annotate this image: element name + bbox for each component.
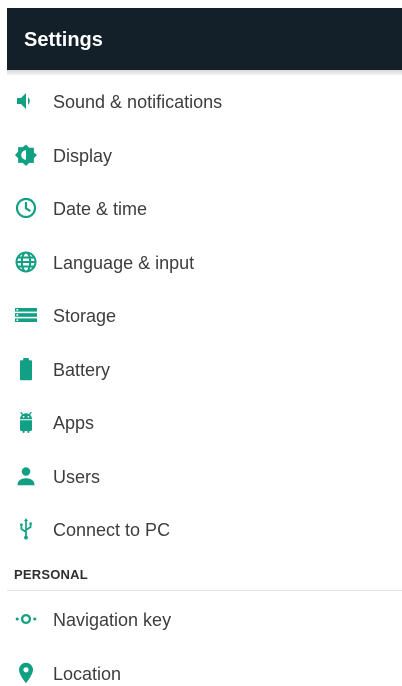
setting-label: Battery — [53, 359, 111, 380]
setting-sound-notifications[interactable]: Sound & notifications — [0, 75, 402, 128]
globe-icon — [14, 250, 38, 274]
setting-label: Location — [53, 663, 122, 684]
app-bar: Settings — [7, 8, 402, 70]
setting-battery[interactable]: Battery — [0, 343, 402, 396]
setting-label: Storage — [53, 306, 117, 326]
section-divider — [7, 590, 402, 591]
android-icon — [14, 410, 38, 434]
setting-date-time[interactable]: Date & time — [0, 182, 402, 235]
setting-language-input[interactable]: Language & input — [0, 236, 402, 289]
setting-navigation-key[interactable]: Navigation key — [0, 593, 402, 646]
setting-label: Connect to PC — [53, 520, 171, 540]
setting-location[interactable]: Location — [0, 647, 402, 686]
section-header-personal: PERSONAL — [14, 567, 88, 582]
settings-screen: Settings Sound & notifications Display D… — [0, 0, 402, 686]
volume-icon — [14, 89, 38, 113]
location-pin-icon — [14, 661, 38, 685]
setting-connect-to-pc[interactable]: Connect to PC — [0, 503, 402, 556]
setting-apps[interactable]: Apps — [0, 396, 402, 449]
setting-label: Language & input — [53, 252, 195, 273]
setting-label: Navigation key — [53, 610, 172, 630]
setting-users[interactable]: Users — [0, 450, 402, 503]
setting-storage[interactable]: Storage — [0, 289, 402, 342]
setting-label: Date & time — [53, 199, 148, 219]
page-title: Settings — [24, 29, 103, 51]
battery-icon — [14, 357, 38, 381]
setting-display[interactable]: Display — [0, 129, 402, 182]
person-icon — [14, 464, 38, 488]
setting-label: Apps — [53, 413, 95, 433]
setting-label: Sound & notifications — [53, 92, 223, 112]
setting-label: Users — [53, 466, 101, 487]
clock-icon — [14, 196, 38, 220]
storage-icon — [14, 303, 38, 327]
settings-list: Sound & notifications Display Date & tim… — [0, 75, 402, 686]
usb-icon — [14, 517, 38, 541]
navigation-key-icon — [14, 607, 38, 631]
setting-label: Display — [53, 145, 113, 166]
brightness-icon — [14, 143, 38, 167]
